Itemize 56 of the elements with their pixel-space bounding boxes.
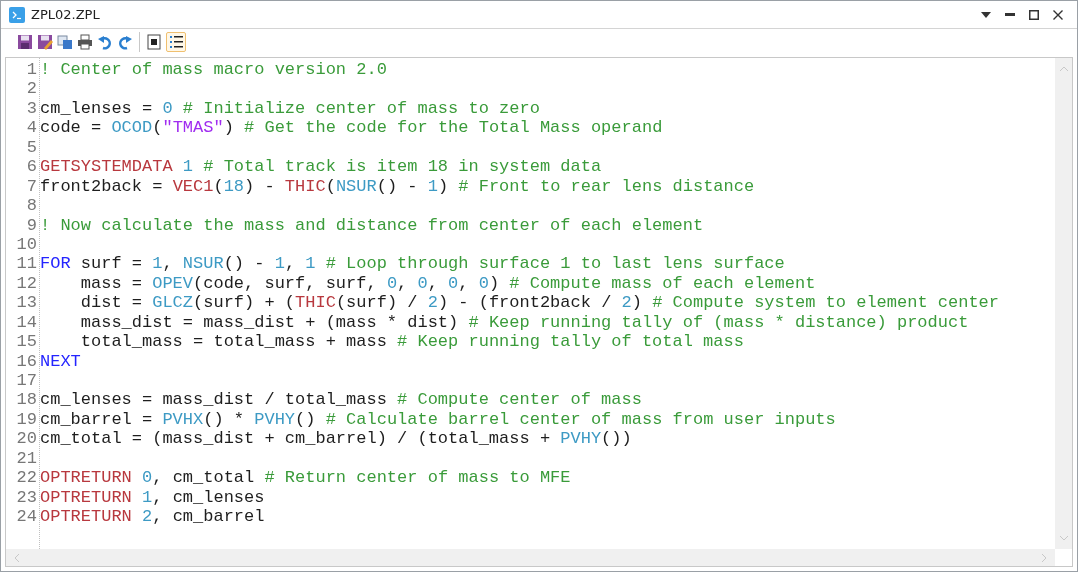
code-line: FOR surf = 1, NSUR() - 1, 1 # Loop through surface 1 to last lens surface xyxy=(40,254,785,274)
line-number: 20 xyxy=(15,429,38,449)
code-line: OPTRETURN 1, cm_lenses xyxy=(40,487,265,508)
line-number: 13 xyxy=(15,293,38,313)
line-number: 5 xyxy=(25,137,38,158)
code-line: cm_lenses = mass_dist / total_mass # Compute center of mass xyxy=(40,390,642,410)
code-line: ! Now calculate the mass and distance from center of each element xyxy=(40,215,704,235)
code-line: total_mass = total_mass + mass # Keep running tally of total mass xyxy=(79,332,744,352)
window-title: ZPL02.ZPL xyxy=(31,7,100,22)
line-number: 11 xyxy=(15,254,38,274)
list-icon xyxy=(169,34,183,50)
code-line: ! Center of mass macro version 2.0 xyxy=(40,60,387,80)
code-line: mass = OPEV(code, surf, surf, 0, 0, 0, 0) # Compute mass of each element xyxy=(79,273,816,294)
line-number: 17 xyxy=(15,371,38,391)
line-number: 24 xyxy=(15,507,38,527)
code-line: mass_dist = mass_dist + (mass * dist) # Keep running tally of (mass * distance) product xyxy=(79,312,969,333)
code-line: cm_barrel = PVHX() * PVHY() # Calculate barrel center of mass from user inputs xyxy=(40,409,836,430)
line-number: 18 xyxy=(15,390,38,410)
code-line: NEXT xyxy=(40,351,81,371)
undo-icon[interactable] xyxy=(97,34,113,50)
line-number: 22 xyxy=(15,468,38,488)
line-number: 19 xyxy=(15,409,38,430)
line-number: 8 xyxy=(25,196,38,216)
line-number: 23 xyxy=(15,487,38,508)
code-line: OPTRETURN 2, cm_barrel xyxy=(40,507,265,527)
line-number: 15 xyxy=(15,332,38,352)
code-line: GETSYSTEMDATA 1 # Total track is item 18 in system data xyxy=(40,157,602,177)
print-icon[interactable] xyxy=(77,34,93,50)
line-number: 21 xyxy=(15,448,38,469)
line-number: 9 xyxy=(25,215,38,235)
code-line: dist = GLCZ(surf) + (THIC(surf) / 2) - (front2back / 2) # Compute system to element center xyxy=(79,293,999,313)
code-line: front2back = VEC1(18) - THIC(NSUR() - 1) # Front to rear lens distance xyxy=(40,176,755,197)
line-number: 16 xyxy=(15,351,38,371)
line-number: 4 xyxy=(25,118,38,138)
line-number: 2 xyxy=(25,79,38,99)
line-number: 7 xyxy=(25,176,38,197)
close-icon[interactable] xyxy=(1053,9,1063,20)
maximize-icon[interactable] xyxy=(1029,9,1039,20)
code-line: cm_lenses = 0 # Initialize center of mass to zero xyxy=(40,98,540,119)
line-number: 6 xyxy=(25,157,38,177)
line-numbers-button[interactable] xyxy=(166,32,186,52)
terminal-icon xyxy=(9,6,25,23)
copy-icon[interactable] xyxy=(57,34,73,50)
code-line: cm_total = (mass_dist + cm_barrel) / (total_mass + PVHY()) xyxy=(40,429,632,449)
dropdown-icon[interactable] xyxy=(981,11,991,18)
code-line: OPTRETURN 0, cm_total # Return center of mass to MFE xyxy=(40,468,571,488)
line-number: 12 xyxy=(15,273,38,294)
line-number: 1 xyxy=(25,60,38,80)
code-line: code = OCOD("TMAS") # Get the code for the Total Mass operand xyxy=(40,118,663,138)
line-number: 10 xyxy=(15,234,38,255)
redo-icon[interactable] xyxy=(117,34,133,50)
line-number: 14 xyxy=(15,312,38,333)
save-edit-icon[interactable] xyxy=(37,34,53,50)
save-icon[interactable] xyxy=(17,34,33,50)
frame-icon[interactable] xyxy=(146,34,162,50)
line-number: 3 xyxy=(25,98,38,119)
